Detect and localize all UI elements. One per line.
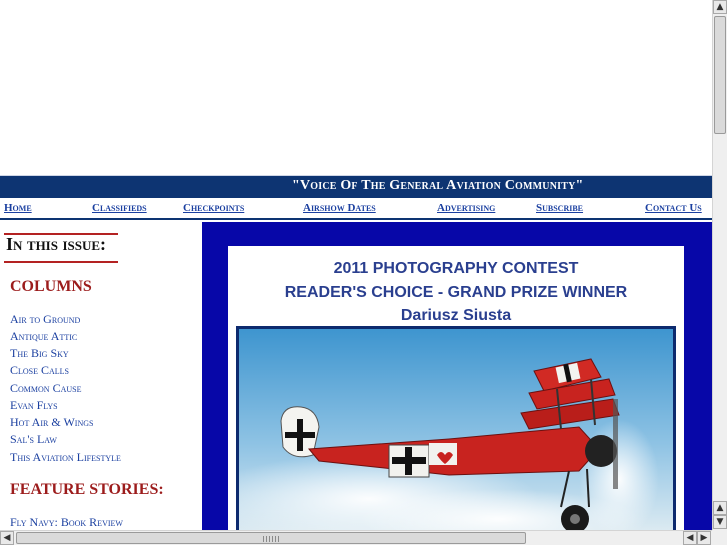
- nav-advertising[interactable]: Advertising: [437, 202, 495, 214]
- column-link-hot-air-wings[interactable]: Hot Air & Wings: [10, 415, 93, 430]
- vertical-scroll-thumb[interactable]: [714, 16, 726, 134]
- sidebar-title: In this issue:: [6, 234, 107, 254]
- triplane-photo: [239, 329, 673, 530]
- nav-checkpoints[interactable]: Checkpoints: [183, 202, 244, 214]
- tagline-bar: "Voice Of The General Aviation Community…: [0, 176, 712, 198]
- contest-title: 2011 PHOTOGRAPHY CONTEST: [333, 260, 579, 277]
- column-link-common-cause[interactable]: Common Cause: [10, 381, 81, 396]
- columns-heading: COLUMNS: [10, 278, 92, 295]
- column-link-antique-attic[interactable]: Antique Attic: [10, 329, 77, 344]
- nav-contact-us[interactable]: Contact Us: [645, 202, 702, 214]
- nav-subscribe[interactable]: Subscribe: [536, 202, 583, 214]
- arrow-right-icon[interactable]: ▶: [697, 531, 711, 545]
- column-link-close-calls[interactable]: Close Calls: [10, 363, 69, 378]
- grip-icon: [263, 536, 281, 542]
- column-link-air-to-ground[interactable]: Air to Ground: [10, 312, 80, 327]
- arrow-left-icon[interactable]: ◀: [683, 531, 697, 545]
- contest-subtitle: READER'S CHOICE - GRAND PRIZE WINNER: [284, 284, 628, 301]
- sidebar-rule-bottom: [4, 261, 118, 263]
- site-tagline: "Voice Of The General Aviation Community…: [292, 178, 584, 193]
- horizontal-scrollbar[interactable]: ◀ ◀ ▶: [0, 530, 712, 545]
- nav-home[interactable]: Home: [4, 202, 32, 214]
- winning-photo[interactable]: [236, 326, 676, 530]
- nav-airshow-dates[interactable]: Airshow Dates: [303, 202, 376, 214]
- column-link-evan-flys[interactable]: Evan Flys: [10, 398, 58, 413]
- main-content: 2011 PHOTOGRAPHY CONTEST READER'S CHOICE…: [202, 222, 712, 530]
- column-link-the-big-sky[interactable]: The Big Sky: [10, 346, 69, 361]
- feature-stories-heading: FEATURE STORIES:: [10, 481, 164, 498]
- column-link-sals-law[interactable]: Sal's Law: [10, 432, 57, 447]
- arrow-down-icon[interactable]: ▼: [713, 515, 727, 529]
- issue-sidebar: In this issue: COLUMNS Air to Ground Ant…: [0, 222, 200, 530]
- winner-name: Dariusz Siusta: [400, 307, 512, 324]
- arrow-left-icon[interactable]: ◀: [0, 531, 14, 545]
- column-link-aviation-lifestyle[interactable]: This Aviation Lifestyle: [10, 450, 121, 465]
- arrow-up-icon[interactable]: ▲: [713, 0, 727, 14]
- web-page: "Voice Of The General Aviation Community…: [0, 0, 712, 530]
- contest-feature: 2011 PHOTOGRAPHY CONTEST READER'S CHOICE…: [228, 246, 684, 530]
- main-nav: Home Classifieds Checkpoints Airshow Dat…: [0, 198, 712, 220]
- scrollbar-corner: [712, 530, 727, 545]
- feature-link-fly-navy[interactable]: Fly Navy: Book Review: [10, 515, 123, 530]
- header-banner: [0, 0, 712, 176]
- nav-classifieds[interactable]: Classifieds: [92, 202, 147, 214]
- horizontal-scroll-thumb[interactable]: [16, 532, 526, 544]
- arrow-up-icon[interactable]: ▲: [713, 501, 727, 515]
- vertical-scrollbar[interactable]: ▲ ▲ ▼: [712, 0, 727, 530]
